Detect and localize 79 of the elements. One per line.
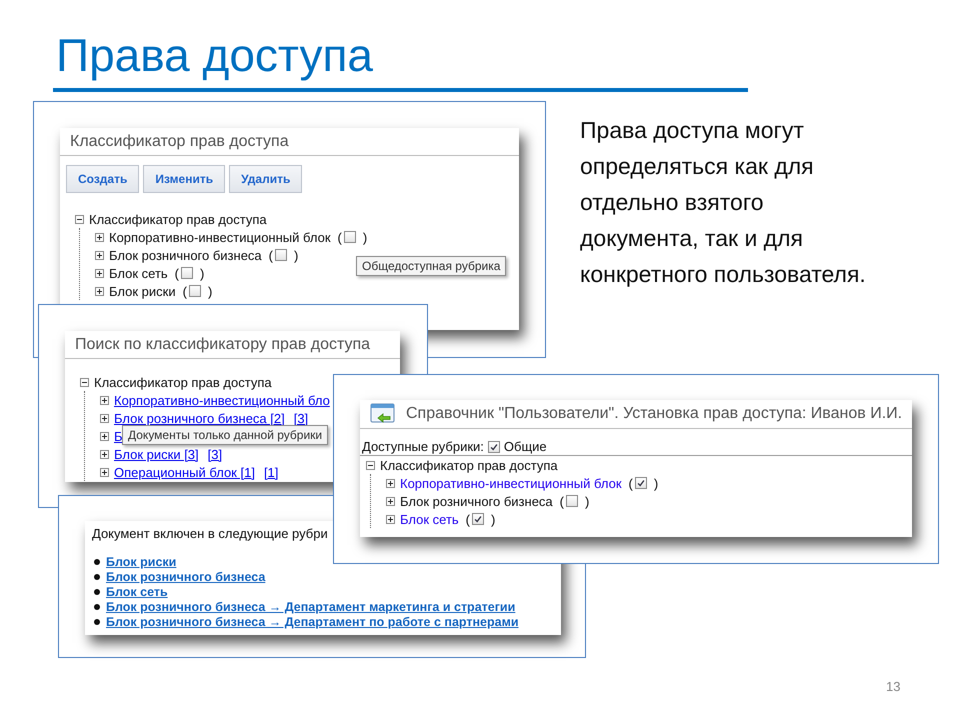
expand-icon[interactable] xyxy=(386,478,395,488)
parenthesis: ) xyxy=(585,494,590,508)
intro-text: Документ включен в следующие рубри xyxy=(91,525,329,543)
count-link[interactable]: [3] xyxy=(294,410,308,426)
collapse-icon[interactable] xyxy=(366,460,375,470)
tooltip: Общедоступная рубрика xyxy=(356,256,506,276)
expand-icon[interactable] xyxy=(386,496,395,506)
checkbox[interactable] xyxy=(566,495,578,507)
window-title: Поиск по классификатору прав доступа xyxy=(65,331,400,359)
expand-icon[interactable] xyxy=(100,432,109,440)
collapse-icon[interactable] xyxy=(80,378,89,386)
slide-text: Права доступа могут определяться как для отдельно взятого документа, так и для конкретного пользователя. xyxy=(580,116,867,289)
checkbox[interactable] xyxy=(472,513,484,525)
category-link[interactable]: Б xyxy=(114,428,123,444)
parenthesis: ( xyxy=(560,494,564,508)
tree-node-label[interactable]: Классификатор прав доступа xyxy=(94,374,272,390)
checkbox[interactable] xyxy=(488,440,500,452)
tree-node-label[interactable]: Корпоративно-инвестиционный блок xyxy=(109,230,331,244)
parenthesis: ( xyxy=(268,248,273,262)
bullet-icon xyxy=(94,558,100,564)
slide-title: Права доступа xyxy=(56,30,374,81)
tree-node-label[interactable]: Классификатор прав доступа xyxy=(380,458,558,472)
category-link[interactable]: Блок риски xyxy=(106,554,176,568)
expand-icon[interactable] xyxy=(100,396,109,404)
tree-node-label[interactable]: Блок сеть xyxy=(400,512,459,526)
toolbar-button[interactable]: Удалить xyxy=(229,165,302,193)
window-title: Классификатор прав доступа xyxy=(60,128,519,156)
expand-icon[interactable] xyxy=(100,468,109,476)
parenthesis: ) xyxy=(491,512,496,526)
field-label: Доступные рубрики: xyxy=(362,439,484,454)
parenthesis: ) xyxy=(294,248,298,262)
parenthesis: ) xyxy=(208,284,212,298)
tree-node-label[interactable]: Блок розничного бизнеса xyxy=(109,248,262,262)
category-link[interactable]: Корпоративно-инвестиционный бло xyxy=(114,392,330,408)
expand-icon[interactable] xyxy=(95,250,104,260)
bullet-icon xyxy=(94,604,100,610)
checkbox[interactable] xyxy=(634,477,647,489)
collapse-icon[interactable] xyxy=(75,214,84,224)
tree-node-label[interactable]: Блок сеть xyxy=(109,266,168,280)
category-link[interactable]: Блок розничного бизнеса → Департамент маркетинга и стратегии xyxy=(106,600,516,614)
parenthesis: ( xyxy=(466,512,470,526)
tree-node-label[interactable]: Корпоративно-инвестиционный блок xyxy=(400,476,622,490)
parenthesis: ( xyxy=(182,284,187,298)
count-link[interactable]: [3] xyxy=(208,446,222,462)
tooltip: Документы только данной рубрики xyxy=(122,425,328,445)
expand-icon[interactable] xyxy=(95,268,104,278)
checkbox[interactable] xyxy=(188,285,201,297)
category-link[interactable]: Блок сеть xyxy=(106,584,168,598)
expand-icon[interactable] xyxy=(95,286,104,296)
parenthesis: ( xyxy=(174,266,180,280)
category-link[interactable]: Блок риски [3] xyxy=(114,446,199,462)
bullet-icon xyxy=(94,588,100,594)
parenthesis: ( xyxy=(628,476,633,490)
category-link[interactable]: Блок розничного бизнеса [2] xyxy=(114,410,285,426)
expand-icon[interactable] xyxy=(100,450,109,458)
category-link[interactable]: Блок розничного бизнеса → Департамент по работе с партнерами xyxy=(106,614,519,628)
checkbox-label: Общие xyxy=(504,439,547,454)
parenthesis: ) xyxy=(362,230,368,244)
parenthesis: ) xyxy=(200,266,204,280)
checkbox[interactable] xyxy=(344,231,356,243)
bullet-icon xyxy=(94,618,100,624)
expand-icon[interactable] xyxy=(95,232,104,242)
expand-icon[interactable] xyxy=(386,514,395,524)
category-link[interactable]: Операционный блок [1] xyxy=(114,464,255,480)
tree-node-label[interactable]: Классификатор прав доступа xyxy=(89,212,267,226)
window-title: Справочник "Пользователи". Установка прав доступа: Иванов И.И. xyxy=(406,405,902,423)
parenthesis: ) xyxy=(654,476,658,490)
bullet-icon xyxy=(94,574,100,580)
toolbar-button[interactable]: Изменить xyxy=(143,165,226,193)
checkbox[interactable] xyxy=(181,267,194,279)
category-link[interactable]: Блок розничного бизнеса xyxy=(106,570,266,584)
page-number: 13 xyxy=(886,679,900,694)
tree-node-label[interactable]: Блок риски xyxy=(109,284,176,298)
tree-node-label[interactable]: Блок розничного бизнеса xyxy=(400,494,553,508)
checkbox[interactable] xyxy=(275,249,287,261)
count-link[interactable]: [1] xyxy=(264,464,278,480)
parenthesis: ( xyxy=(338,230,342,244)
toolbar-button[interactable]: Создать xyxy=(66,165,140,193)
expand-icon[interactable] xyxy=(100,414,109,422)
